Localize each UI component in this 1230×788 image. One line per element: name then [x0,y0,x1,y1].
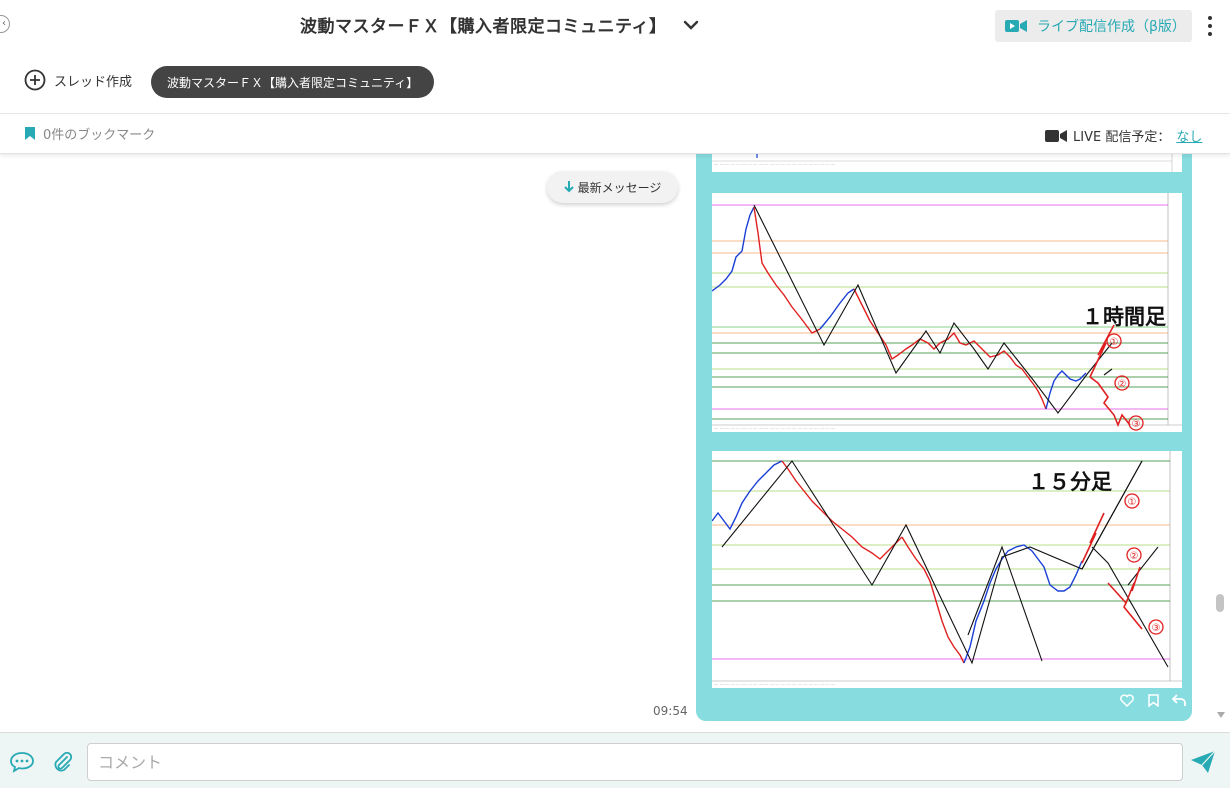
paperclip-icon[interactable] [49,749,75,775]
chevron-down-icon[interactable] [680,14,702,36]
bookmark-icon[interactable] [1146,693,1160,707]
message-time: 09:54 [653,704,688,718]
comment-input[interactable] [87,743,1183,781]
scrollbar[interactable] [1212,154,1230,732]
chart-1-label: １時間足 [1082,305,1166,329]
bookmark-icon [25,127,35,140]
community-title-dropdown[interactable]: 波動マスターＦＸ【購入者限定コミュニティ】 [300,12,702,37]
video-camera-icon [1005,20,1027,32]
heart-icon[interactable] [1120,693,1134,707]
live-schedule-link[interactable]: なし [1176,126,1202,145]
live-schedule-label: LIVE 配信予定： [1073,130,1171,145]
video-camera-icon [1045,129,1067,142]
svg-text:③: ③ [1132,419,1141,430]
message-actions [1120,693,1186,707]
tab-community[interactable]: 波動マスターＦＸ【購入者限定コミュニティ】 [151,66,435,98]
send-icon[interactable] [1190,749,1216,775]
plus-circle-icon [24,69,46,91]
latest-message-label: 最新メッセージ [577,180,662,195]
composer [0,732,1230,788]
svg-text:.... .... .... .... .... ....: .... .... .... .... .... .... .... .... … [714,426,835,430]
svg-text:③: ③ [1152,623,1161,634]
chart-image-15m[interactable]: １５分足 ① ② ③ .... .... .... .... .... ....… [712,451,1182,688]
bookmark-link[interactable]: 0件のブックマーク [25,124,155,143]
create-thread-label: スレッド作成 [54,74,133,90]
svg-text:.... .... .... .... .... ....: .... .... .... .... .... .... .... .... … [714,162,835,166]
chart-image-1h[interactable]: １時間足 ① ② ③ .... .... .... .... .... ....… [712,193,1182,432]
chart-2-label: １５分足 [1028,470,1112,494]
svg-text:②: ② [1130,551,1139,562]
chart-image-partial[interactable]: .... .... .... .... .... .... .... .... … [712,154,1182,172]
back-icon[interactable]: ‹ [0,15,10,33]
chat-bubble-icon[interactable] [9,749,35,775]
create-live-label: ライブ配信作成（β版） [1037,19,1186,35]
arrow-down-icon [563,181,574,193]
message-bubble: .... .... .... .... .... .... .... .... … [696,154,1192,721]
header: ‹ 波動マスターＦＸ【購入者限定コミュニティ】 ライブ配信作成（β版） スレッド… [0,0,1230,154]
live-schedule: LIVE 配信予定： なし [1045,126,1202,145]
svg-text:②: ② [1118,379,1127,390]
chat-area: 最新メッセージ .... .... .... .... .... .... ..… [0,154,1230,732]
svg-text:.... .... .... .... .... ....: .... .... .... .... .... .... .... .... … [714,682,835,686]
create-thread-button[interactable]: スレッド作成 [24,69,132,91]
thread-toolbar: スレッド作成 波動マスターＦＸ【購入者限定コミュニティ】 [0,64,1230,114]
latest-message-button[interactable]: 最新メッセージ [547,171,678,203]
svg-text:①: ① [1110,337,1119,348]
page-title: 波動マスターＦＸ【購入者限定コミュニティ】 [300,17,667,37]
create-live-button[interactable]: ライブ配信作成（β版） [995,10,1192,42]
scroll-down-icon[interactable] [1215,710,1227,720]
scrollbar-thumb[interactable] [1216,594,1224,612]
app-window: ‹ 波動マスターＦＸ【購入者限定コミュニティ】 ライブ配信作成（β版） スレッド… [0,0,1230,788]
more-vert-icon[interactable] [1204,14,1216,38]
reply-icon[interactable] [1172,693,1186,707]
svg-text:①: ① [1128,497,1137,508]
bookmark-count: 0件のブックマーク [43,128,156,143]
